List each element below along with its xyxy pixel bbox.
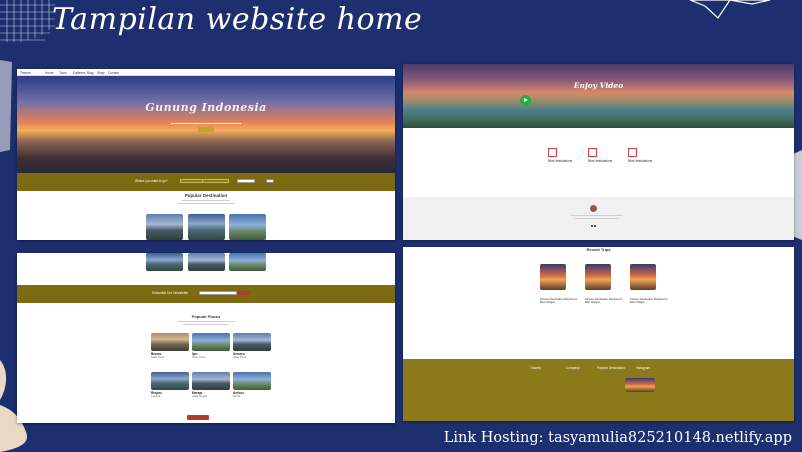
trip-card[interactable]	[630, 264, 656, 290]
trip-card[interactable]	[540, 264, 566, 290]
section-subtitle	[177, 321, 235, 322]
destination-card[interactable]	[188, 253, 225, 271]
nav-link[interactable]: Tours	[59, 71, 67, 75]
place-card[interactable]	[192, 333, 230, 351]
nav-link[interactable]: Home	[45, 71, 54, 75]
footer-logo: Travela	[530, 366, 541, 370]
place-sub: Jawa Timur	[151, 356, 165, 359]
place-sub: Jawa Timur	[192, 356, 206, 359]
destination-card[interactable]	[229, 253, 266, 271]
date-input[interactable]	[202, 179, 229, 183]
search-label: Where you want to go?	[135, 179, 168, 183]
place-sub: Lombok	[151, 395, 161, 398]
newsletter-label: Subscribe Our Newsletter	[152, 291, 189, 295]
hero-banner: Gunung Indonesia	[17, 76, 395, 173]
destination-card[interactable]	[146, 214, 183, 240]
nav-link[interactable]: Shop	[97, 71, 104, 75]
section-title: Popular Destination	[184, 193, 228, 198]
footer-heading: Popular Destination	[597, 366, 625, 370]
testimonial-text	[571, 215, 623, 216]
video-banner: Enjoy Video	[403, 64, 794, 128]
destination-card[interactable]	[188, 214, 225, 240]
place-sub: Jambi	[233, 395, 240, 398]
section-subtitle	[177, 203, 235, 204]
trip-title[interactable]: Famous Destination Maryland to Best Vill…	[540, 298, 580, 304]
place-sub: Jawa Tengah	[192, 395, 208, 398]
feature-label: Best destinations	[628, 159, 653, 163]
testimonial-text	[575, 218, 619, 219]
slide-title: Tampilan website home	[52, 2, 423, 37]
carousel-dot[interactable]	[591, 225, 593, 227]
navbar: Travela Home Tours Galleries Blog Shop C…	[17, 69, 395, 76]
footer-heading: Instagram	[636, 366, 651, 370]
place-card[interactable]	[233, 372, 271, 390]
search-bar: Where you want to go?	[17, 173, 395, 191]
email-input[interactable]	[199, 291, 237, 295]
hero-subtitle	[17, 121, 395, 125]
paper-scrap-decoration	[0, 60, 12, 152]
link-hosting-text: Link Hosting: tasyamulia825210148.netlif…	[443, 430, 792, 446]
footer: Travela Company Popular Destination Inst…	[403, 359, 794, 421]
destination-card[interactable]	[146, 253, 183, 271]
feature-icon	[588, 148, 597, 157]
newsletter-banner: Subscribe Our Newsletter	[17, 285, 395, 303]
section-title: Recent Trips	[586, 247, 611, 252]
screenshot-video-section: Enjoy Video Best destinations Best desti…	[403, 64, 794, 240]
section-subtitle	[183, 324, 229, 325]
footer-heading: Company	[566, 366, 580, 370]
nav-link[interactable]: Blog	[87, 71, 93, 75]
screenshot-recent-trips: Recent Trips Famous Destination Maryland…	[403, 247, 794, 421]
place-card[interactable]	[151, 372, 189, 390]
carousel-dot[interactable]	[594, 225, 596, 227]
category-select[interactable]	[237, 179, 255, 183]
trip-title[interactable]: Famous Destination Maryland to Best Vill…	[585, 298, 625, 304]
play-icon[interactable]	[520, 95, 531, 106]
feature-label: Best destinations	[548, 159, 573, 163]
view-all-button[interactable]	[187, 415, 209, 420]
grid-decoration	[0, 0, 55, 42]
place-card[interactable]	[233, 333, 271, 351]
search-button[interactable]	[266, 179, 274, 183]
instagram-gallery[interactable]	[625, 378, 655, 392]
trip-card[interactable]	[585, 264, 611, 290]
section-title: Popular Places	[191, 314, 221, 319]
nav-link[interactable]: Galleries	[73, 71, 86, 75]
hero-title: Gunung Indonesia	[145, 101, 267, 114]
avatar	[590, 205, 597, 212]
feature-icon	[548, 148, 557, 157]
feature-icon	[628, 148, 637, 157]
screenshot-home-bottom: Subscribe Our Newsletter Popular Places …	[17, 253, 395, 423]
feature-label: Best destinations	[588, 159, 613, 163]
trip-title[interactable]: Famous Destination Maryland to Best Vill…	[630, 298, 670, 304]
place-card[interactable]	[192, 372, 230, 390]
destination-card[interactable]	[229, 214, 266, 240]
place-sub: Jawa Timur	[233, 356, 247, 359]
subscribe-button[interactable]	[238, 291, 250, 295]
nav-link[interactable]: Contact	[108, 71, 119, 75]
testimonial-section	[403, 197, 794, 240]
hero-button[interactable]	[198, 127, 214, 132]
logo[interactable]: Travela	[20, 71, 31, 75]
place-card[interactable]	[151, 333, 189, 351]
section-subtitle	[182, 200, 230, 201]
screenshot-home-top: Travela Home Tours Galleries Blog Shop C…	[17, 69, 395, 240]
video-title: Enjoy Video	[573, 81, 624, 90]
star-decoration	[689, 0, 771, 19]
